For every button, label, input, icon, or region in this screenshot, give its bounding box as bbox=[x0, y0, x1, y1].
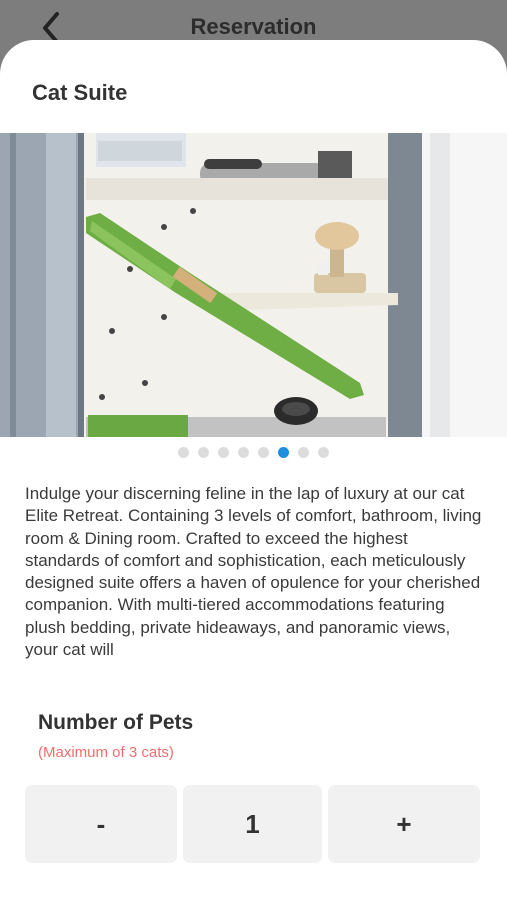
decrement-button[interactable]: - bbox=[25, 785, 177, 863]
pagination-dot[interactable] bbox=[298, 447, 309, 458]
suite-photo bbox=[0, 133, 507, 437]
pet-count-stepper: - 1 + bbox=[25, 785, 480, 863]
number-of-pets-label: Number of Pets bbox=[38, 711, 194, 734]
suite-title: Cat Suite bbox=[32, 80, 128, 105]
suite-detail-sheet: Cat Suite Indulge your discerning feline… bbox=[0, 40, 507, 900]
pagination-dot-active[interactable] bbox=[278, 447, 289, 458]
pagination-dot[interactable] bbox=[258, 447, 269, 458]
gallery-pagination bbox=[0, 447, 507, 459]
pet-count-value: 1 bbox=[183, 785, 322, 863]
pagination-dot[interactable] bbox=[178, 447, 189, 458]
pagination-dot[interactable] bbox=[238, 447, 249, 458]
pagination-dot[interactable] bbox=[198, 447, 209, 458]
pagination-dot[interactable] bbox=[218, 447, 229, 458]
suite-photo-gallery[interactable] bbox=[0, 133, 507, 437]
pagination-dot[interactable] bbox=[318, 447, 329, 458]
page-title: Reservation bbox=[190, 14, 317, 39]
increment-button[interactable]: + bbox=[328, 785, 480, 863]
max-pets-note: (Maximum of 3 cats) bbox=[38, 744, 174, 761]
suite-description: Indulge your discerning feline in the la… bbox=[25, 484, 482, 660]
